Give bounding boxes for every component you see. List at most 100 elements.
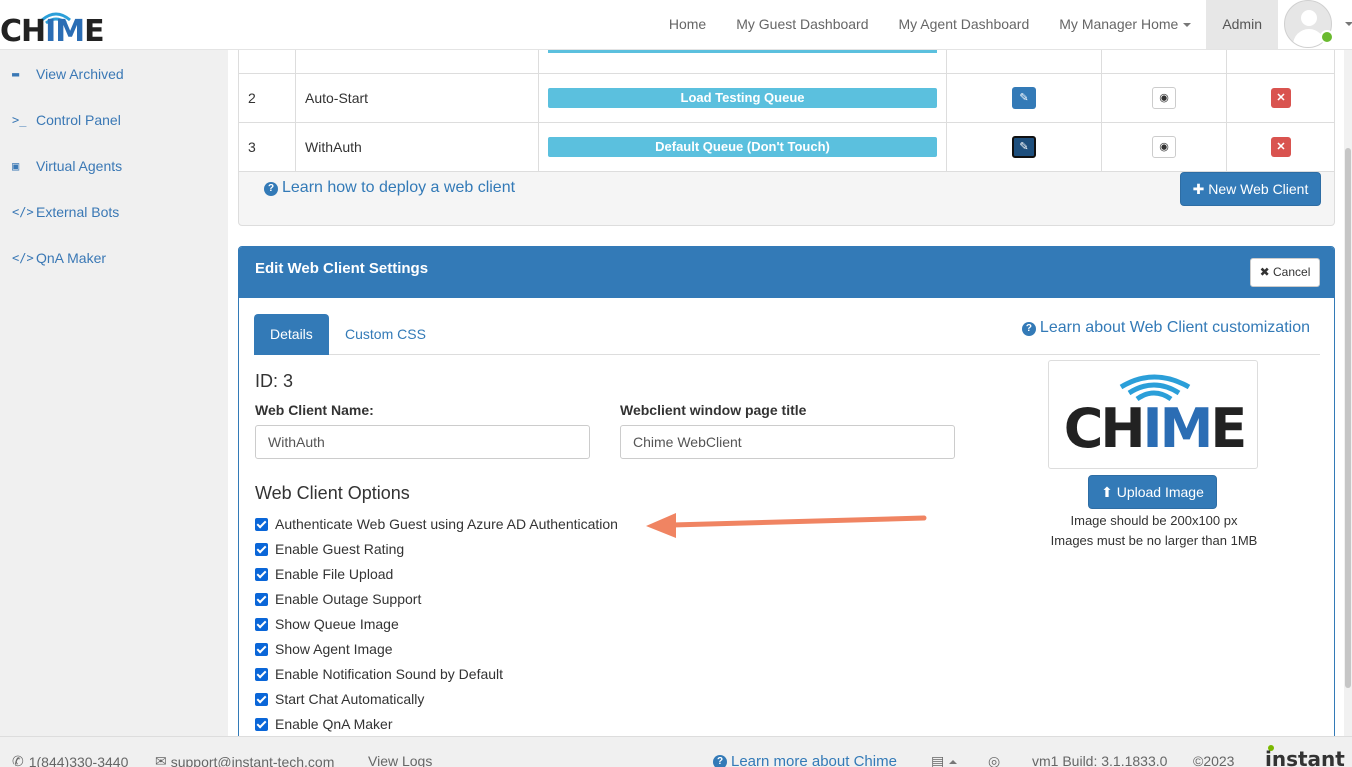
option-notification-sound[interactable]: Enable Notification Sound by Default: [255, 666, 503, 682]
option-start-chat[interactable]: Start Chat Automatically: [255, 691, 424, 707]
learn-customization-link[interactable]: ? Learn about Web Client customization: [1021, 319, 1310, 337]
checkbox[interactable]: [255, 667, 268, 681]
upload-image-button[interactable]: ⬆ Upload Image: [1088, 475, 1217, 509]
question-circle-icon: ?: [264, 182, 278, 196]
footer-phone[interactable]: ✆ 1(844)330-3440: [12, 753, 128, 767]
brand-dot-icon: [1268, 745, 1274, 751]
queue-label: Default Queue (Don't Touch): [548, 137, 937, 157]
nav-admin[interactable]: Admin: [1206, 0, 1278, 49]
phone-text: 1(844)330-3440: [28, 753, 129, 767]
view-logs-link[interactable]: View Logs: [368, 753, 432, 767]
main-content: 2 Auto-Start Load Testing Queue ✎ ◉ ✕ 3 …: [228, 50, 1344, 736]
copyright: ©2023: [1193, 753, 1235, 767]
checkbox[interactable]: [255, 717, 268, 731]
close-icon: ✕: [1276, 92, 1286, 104]
footer-email[interactable]: ✉ support@instant-tech.com: [155, 753, 334, 767]
view-button[interactable]: ◉: [1152, 87, 1176, 109]
checkbox[interactable]: [255, 592, 268, 606]
logo-text: CHIME: [0, 14, 105, 49]
option-agent-image[interactable]: Show Agent Image: [255, 641, 393, 657]
option-file-upload[interactable]: Enable File Upload: [255, 566, 393, 582]
view-button[interactable]: ◉: [1152, 136, 1176, 158]
nav-guest-dashboard[interactable]: My Guest Dashboard: [721, 0, 883, 49]
eye-slash-icon: ◎: [988, 753, 1001, 767]
option-label: Authenticate Web Guest using Azure AD Au…: [275, 516, 618, 532]
learn-deploy-link[interactable]: ? Learn how to deploy a web client: [264, 179, 515, 197]
question-circle-icon: ?: [713, 754, 727, 767]
accessibility-toggle[interactable]: ◎: [988, 753, 1000, 767]
option-outage-support[interactable]: Enable Outage Support: [255, 591, 421, 607]
option-label: Start Chat Automatically: [275, 691, 425, 707]
option-label: Enable QnA Maker: [275, 716, 393, 732]
nav-manager-home[interactable]: My Manager Home: [1044, 0, 1206, 49]
cancel-button[interactable]: ✖ Cancel: [1250, 258, 1320, 287]
nav-agent-dashboard[interactable]: My Agent Dashboard: [884, 0, 1045, 49]
scrollbar-thumb[interactable]: [1345, 148, 1351, 688]
upload-limit-note: Images must be no larger than 1MB: [1050, 533, 1258, 548]
edit-button[interactable]: ✎: [1012, 87, 1036, 109]
chevron-up-icon: [949, 759, 958, 764]
cancel-label: Cancel: [1273, 265, 1311, 279]
option-label: Show Agent Image: [275, 641, 393, 657]
instant-logo[interactable]: instant: [1265, 745, 1345, 767]
checkbox[interactable]: [255, 617, 268, 631]
checkbox[interactable]: [255, 692, 268, 706]
sidebar-item-external-bots[interactable]: </> External Bots: [12, 204, 119, 220]
option-label: Show Queue Image: [275, 616, 399, 632]
row-id: 2: [248, 90, 256, 106]
delete-button[interactable]: ✕: [1271, 88, 1291, 108]
top-navbar: CHIME Home My Guest Dashboard My Agent D…: [0, 0, 1352, 50]
option-qna-maker[interactable]: Enable QnA Maker: [255, 716, 393, 732]
option-label: Enable Notification Sound by Default: [275, 666, 504, 682]
upload-icon: ⬆: [1101, 484, 1117, 500]
row-id: 3: [248, 139, 256, 155]
learn-deploy-label: Learn how to deploy a web client: [282, 179, 516, 196]
queue-label: [548, 50, 937, 53]
sidebar-item-control-panel[interactable]: >_ Control Panel: [12, 112, 121, 128]
sidebar-item-qna-maker[interactable]: </> QnA Maker: [12, 250, 106, 266]
sidebar-item-virtual-agents[interactable]: ▣ Virtual Agents: [12, 158, 122, 174]
name-label: Web Client Name:: [255, 402, 374, 418]
option-azure-auth[interactable]: Authenticate Web Guest using Azure AD Au…: [255, 516, 618, 532]
sidebar-item-label: Control Panel: [36, 112, 121, 128]
email-text: support@instant-tech.com: [170, 753, 335, 767]
online-status-icon: [1320, 30, 1334, 44]
option-queue-image[interactable]: Show Queue Image: [255, 616, 399, 632]
new-web-client-button[interactable]: ✚ New Web Client: [1180, 172, 1321, 206]
checkbox[interactable]: [255, 542, 268, 556]
checkbox[interactable]: [255, 567, 268, 581]
close-icon: ✕: [1276, 141, 1286, 153]
language-menu[interactable]: ▤: [931, 753, 958, 767]
checkbox[interactable]: [255, 642, 268, 656]
upload-label: Upload Image: [1116, 484, 1204, 500]
tab-details[interactable]: Details: [254, 314, 329, 355]
option-label: Enable Outage Support: [275, 591, 422, 607]
build-version: vm1 Build: 3.1.1833.0: [1032, 753, 1168, 767]
upload-size-note: Image should be 200x100 px: [1070, 513, 1238, 528]
chime-logo[interactable]: CHIME: [0, 6, 110, 49]
option-guest-rating[interactable]: Enable Guest Rating: [255, 541, 404, 557]
sidebar-item-view-archived[interactable]: ▬ View Archived: [12, 66, 124, 82]
panel-title: Edit Web Client Settings: [255, 260, 429, 277]
nav-home[interactable]: Home: [654, 0, 721, 49]
sidebar-item-label: External Bots: [36, 204, 120, 220]
queue-label: Load Testing Queue: [548, 88, 937, 108]
edit-button[interactable]: ✎: [1012, 136, 1036, 158]
web-client-name-input[interactable]: WithAuth: [255, 425, 590, 459]
delete-button[interactable]: ✕: [1271, 137, 1291, 157]
close-icon: ✖: [1259, 265, 1274, 279]
learn-more-label: Learn more about Chime: [731, 753, 897, 767]
page-title-input[interactable]: Chime WebClient: [620, 425, 955, 459]
sidebar-item-label: QnA Maker: [36, 250, 107, 266]
user-menu[interactable]: [1278, 0, 1352, 49]
option-label: Enable File Upload: [275, 566, 394, 582]
learn-more-link[interactable]: ? Learn more about Chime: [713, 753, 897, 767]
checkbox[interactable]: [255, 517, 268, 531]
new-web-client-label: New Web Client: [1208, 181, 1309, 197]
table-row: 3 WithAuth Default Queue (Don't Touch) ✎…: [239, 123, 1334, 172]
terminal-icon: >_: [12, 113, 27, 127]
tab-custom-css[interactable]: Custom CSS: [329, 314, 442, 355]
option-label: Enable Guest Rating: [275, 541, 405, 557]
edit-web-client-panel: Edit Web Client Settings ✖ Cancel Detail…: [238, 246, 1335, 736]
table-row: 2 Auto-Start Load Testing Queue ✎ ◉ ✕: [239, 74, 1334, 123]
